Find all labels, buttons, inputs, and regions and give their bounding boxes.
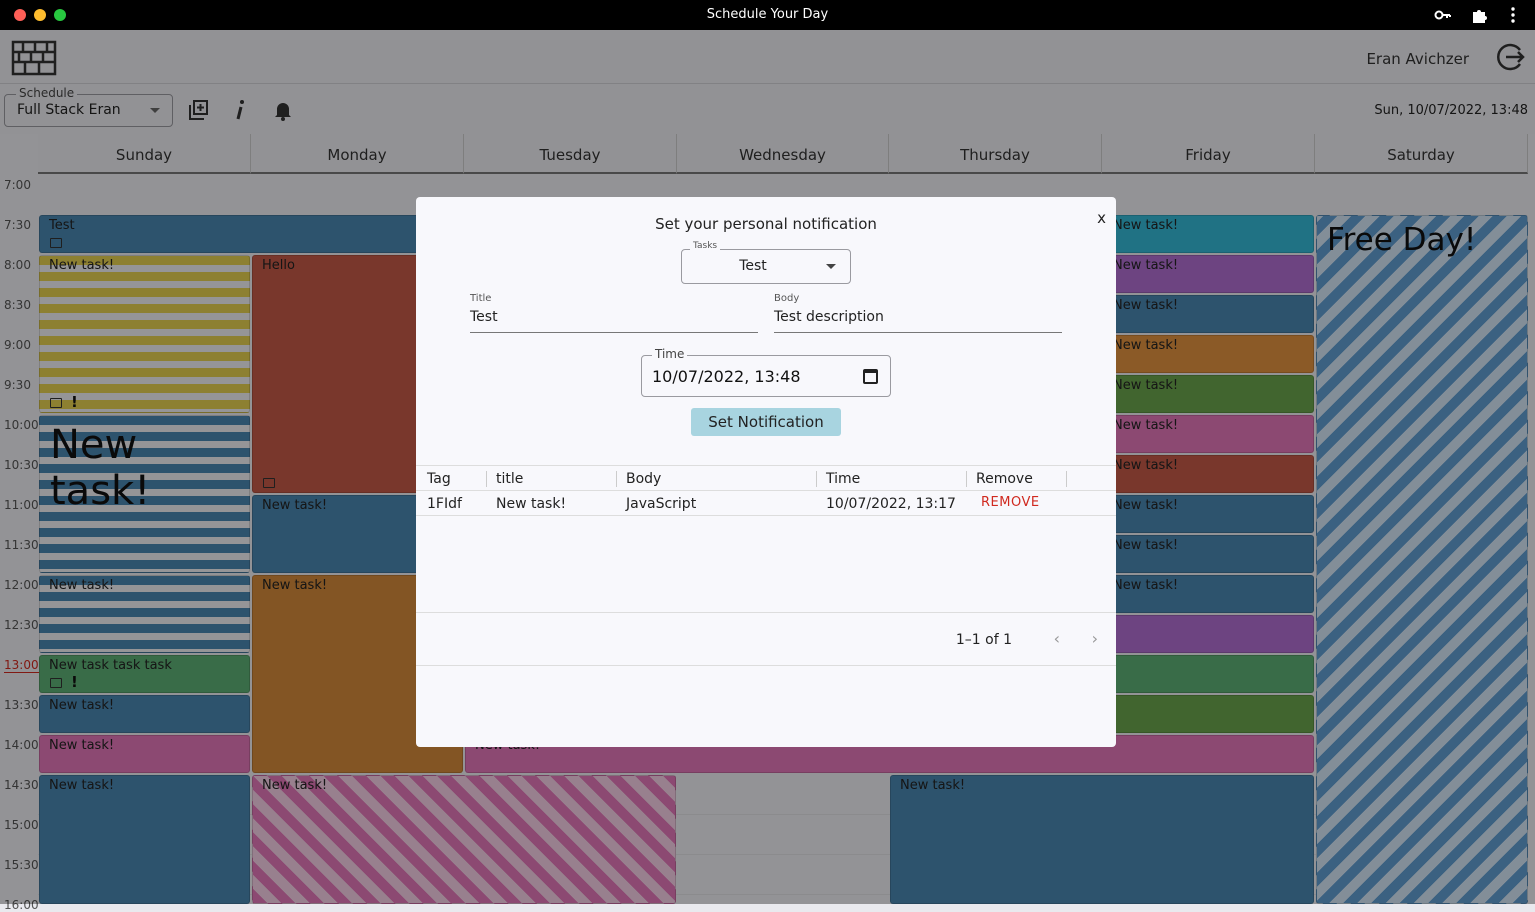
column-header-title[interactable]: title	[496, 471, 523, 487]
extensions-icon[interactable]	[1470, 6, 1488, 24]
pagination-info: 1–1 of 1	[955, 632, 1012, 648]
window-title-bar: Schedule Your Day	[0, 0, 1535, 30]
notification-dialog: Set your personal notification x Tasks T…	[416, 197, 1116, 747]
cell-tag: 1FIdf	[427, 496, 462, 512]
body-field-value: Test description	[774, 309, 884, 325]
column-separator	[616, 471, 617, 487]
table-row[interactable]: 1FIdf New task! JavaScript 10/07/2022, 1…	[416, 491, 1116, 516]
column-header-body[interactable]: Body	[626, 471, 661, 487]
next-page-icon[interactable]: ›	[1092, 629, 1098, 648]
column-header-remove[interactable]: Remove	[976, 471, 1033, 487]
tasks-select-value: Test	[739, 258, 767, 274]
tasks-select-label: Tasks	[690, 241, 721, 251]
set-notification-button[interactable]: Set Notification	[691, 408, 841, 436]
dialog-title: Set your personal notification	[655, 215, 877, 233]
divider	[416, 612, 1116, 613]
title-field[interactable]: Title Test	[470, 293, 758, 333]
table-header-row: Tag title Body Time Remove	[416, 465, 1116, 491]
cell-time: 10/07/2022, 13:17	[826, 496, 956, 512]
close-dialog-button[interactable]: x	[1097, 209, 1106, 227]
cell-body: JavaScript	[626, 496, 697, 512]
divider	[416, 665, 1116, 666]
previous-page-icon[interactable]: ‹	[1054, 629, 1060, 648]
column-header-tag[interactable]: Tag	[427, 471, 451, 487]
body-field[interactable]: Body Test description	[774, 293, 1062, 333]
time-field-label: Time	[652, 347, 688, 361]
chevron-down-icon	[826, 264, 836, 269]
tasks-select[interactable]: Tasks Test	[681, 241, 851, 284]
column-separator	[966, 471, 967, 487]
remove-notification-button[interactable]: REMOVE	[981, 495, 1040, 510]
body-field-label: Body	[774, 293, 800, 304]
time-field[interactable]: Time 10/07/2022, 13:48	[641, 347, 891, 397]
title-field-value: Test	[470, 309, 498, 325]
calendar-icon[interactable]	[863, 369, 878, 384]
column-header-time[interactable]: Time	[826, 471, 860, 487]
title-field-label: Title	[470, 293, 492, 304]
time-field-value: 10/07/2022, 13:48	[652, 367, 801, 386]
column-separator	[816, 471, 817, 487]
cell-title: New task!	[496, 496, 567, 512]
column-separator	[1066, 471, 1067, 487]
more-menu-icon[interactable]	[1504, 6, 1522, 24]
key-icon[interactable]	[1434, 6, 1452, 24]
column-separator	[486, 471, 487, 487]
window-title: Schedule Your Day	[706, 7, 829, 22]
